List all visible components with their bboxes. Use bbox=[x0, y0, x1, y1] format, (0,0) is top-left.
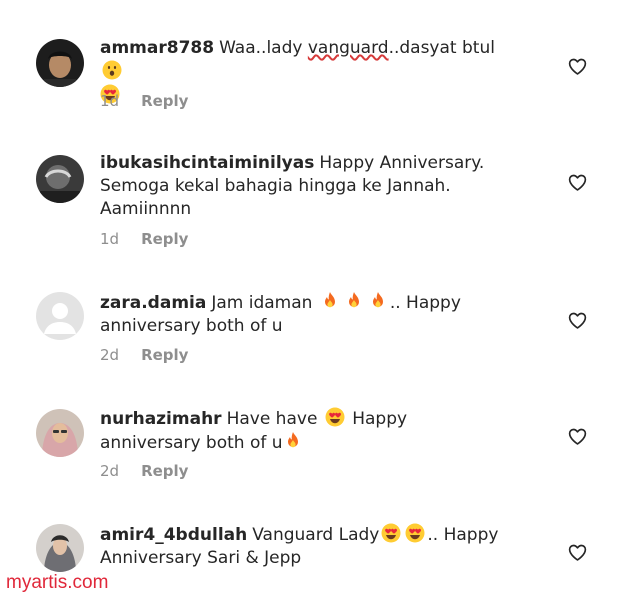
heart-outline-icon[interactable] bbox=[567, 310, 588, 331]
avatar[interactable] bbox=[36, 39, 84, 87]
reply-button[interactable]: Reply bbox=[141, 230, 188, 248]
fire-emoji bbox=[368, 291, 388, 311]
comment-meta: 1d Reply bbox=[100, 92, 188, 110]
comment-timestamp: 2d bbox=[100, 462, 120, 480]
fire-emoji bbox=[320, 291, 340, 311]
heart-outline-icon[interactable] bbox=[567, 426, 588, 447]
smiling-face-heart-eyes-emoji bbox=[381, 523, 401, 543]
comment-body: Jam idaman bbox=[211, 293, 313, 313]
comment-meta: 2d Reply bbox=[100, 462, 188, 480]
comment-text: ibukasihcintaiminilyas Happy Anniversary.… bbox=[100, 152, 510, 221]
face-open-mouth-emoji bbox=[102, 60, 122, 80]
comment-timestamp: 1d bbox=[100, 230, 120, 248]
comment-text: zara.damia Jam idaman .. Happy anniversar… bbox=[100, 291, 510, 338]
avatar[interactable] bbox=[36, 409, 84, 457]
comment-timestamp: 2d bbox=[100, 346, 120, 364]
comment-body: Vanguard Lady bbox=[252, 525, 380, 545]
reply-button[interactable]: Reply bbox=[141, 346, 188, 364]
avatar[interactable] bbox=[36, 292, 84, 340]
heart-outline-icon[interactable] bbox=[567, 56, 588, 77]
smiling-face-heart-eyes-emoji bbox=[325, 407, 345, 427]
comment-body: ..dasyat btul bbox=[388, 38, 495, 58]
fire-emoji bbox=[283, 431, 303, 451]
fire-emoji bbox=[344, 291, 364, 311]
comment-username[interactable]: ammar8788 bbox=[100, 38, 214, 58]
comment-text: amir4_4bdullah Vanguard Lady.. Happy Anni… bbox=[100, 523, 510, 570]
comment-timestamp: 1d bbox=[100, 92, 120, 110]
comment-username[interactable]: ibukasihcintaiminilyas bbox=[100, 153, 314, 173]
comment-body: Have have bbox=[226, 409, 318, 429]
watermark: myartis.com bbox=[6, 572, 109, 593]
avatar[interactable] bbox=[36, 524, 84, 572]
comment-body: Waa..lady bbox=[219, 38, 308, 58]
heart-outline-icon[interactable] bbox=[567, 542, 588, 563]
comment-meta: 2d Reply bbox=[100, 346, 188, 364]
reply-button[interactable]: Reply bbox=[141, 462, 188, 480]
comment-meta: 1d Reply bbox=[100, 230, 188, 248]
comment-username[interactable]: zara.damia bbox=[100, 293, 206, 313]
smiling-face-heart-eyes-emoji bbox=[405, 523, 425, 543]
comment-username[interactable]: amir4_4bdullah bbox=[100, 525, 247, 545]
comment-username[interactable]: nurhazimahr bbox=[100, 409, 222, 429]
reply-button[interactable]: Reply bbox=[141, 92, 188, 110]
comment-body-misspelled: vanguard bbox=[307, 38, 389, 58]
avatar[interactable] bbox=[36, 155, 84, 203]
comment-text: nurhazimahr Have have Happy anniversary b… bbox=[100, 407, 510, 455]
heart-outline-icon[interactable] bbox=[567, 172, 588, 193]
